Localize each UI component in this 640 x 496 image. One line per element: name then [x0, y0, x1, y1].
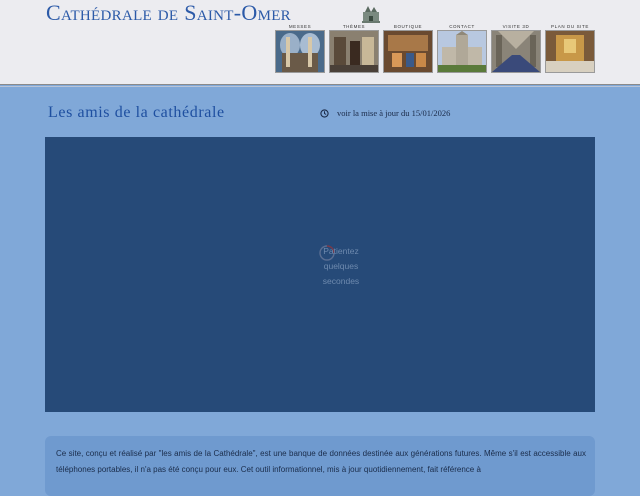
- nav-label: VISITE 3D: [502, 24, 530, 29]
- site-title[interactable]: Cathédrale de Saint-Omer: [46, 0, 291, 26]
- header-divider: [0, 86, 640, 87]
- nav-label: THÈMES: [342, 24, 366, 29]
- cathedral-logo-icon: [362, 6, 380, 23]
- golden-altar-photo-icon[interactable]: [545, 30, 595, 73]
- nav-item-contact[interactable]: CONTACT: [437, 24, 487, 74]
- loading-line: Patientez: [323, 246, 359, 256]
- organ-pipes-photo-icon[interactable]: [275, 30, 325, 73]
- nav-label: CONTACT: [449, 24, 475, 29]
- cathedral-exterior-photo-icon[interactable]: [437, 30, 487, 73]
- nav-label: BOUTIQUE: [393, 24, 423, 29]
- intro-text: Ce site, conçu et réalisé par "les amis …: [56, 449, 586, 474]
- intro-panel: Ce site, conçu et réalisé par "les amis …: [45, 436, 595, 496]
- chapel-altar-photo-icon[interactable]: [329, 30, 379, 73]
- nav-item-themes[interactable]: THÈMES: [329, 24, 379, 74]
- nav-item-visite-3d[interactable]: VISITE 3D: [491, 24, 541, 74]
- nav-item-messes[interactable]: MESSES: [275, 24, 325, 74]
- nav-label: PLAN DU SITE: [551, 24, 589, 29]
- nav-item-plan-du-site[interactable]: PLAN DU SITE: [545, 24, 595, 74]
- site-header: Cathédrale de Saint-Omer MESSES THÈMES B…: [0, 0, 640, 85]
- loading-line: secondes: [322, 276, 360, 286]
- update-link[interactable]: voir la mise à jour du 15/01/2026: [337, 108, 450, 118]
- page-title: Les amis de la cathédrale: [48, 104, 225, 121]
- loading-message: Patientez quelques secondes: [311, 244, 371, 289]
- clock-icon: [320, 109, 329, 118]
- loading-line: quelques: [323, 261, 359, 271]
- interior-photo-icon[interactable]: [383, 30, 433, 73]
- nave-photo-icon[interactable]: [491, 30, 541, 73]
- nav-item-boutique[interactable]: BOUTIQUE: [383, 24, 433, 74]
- nav-label: MESSES: [288, 24, 312, 29]
